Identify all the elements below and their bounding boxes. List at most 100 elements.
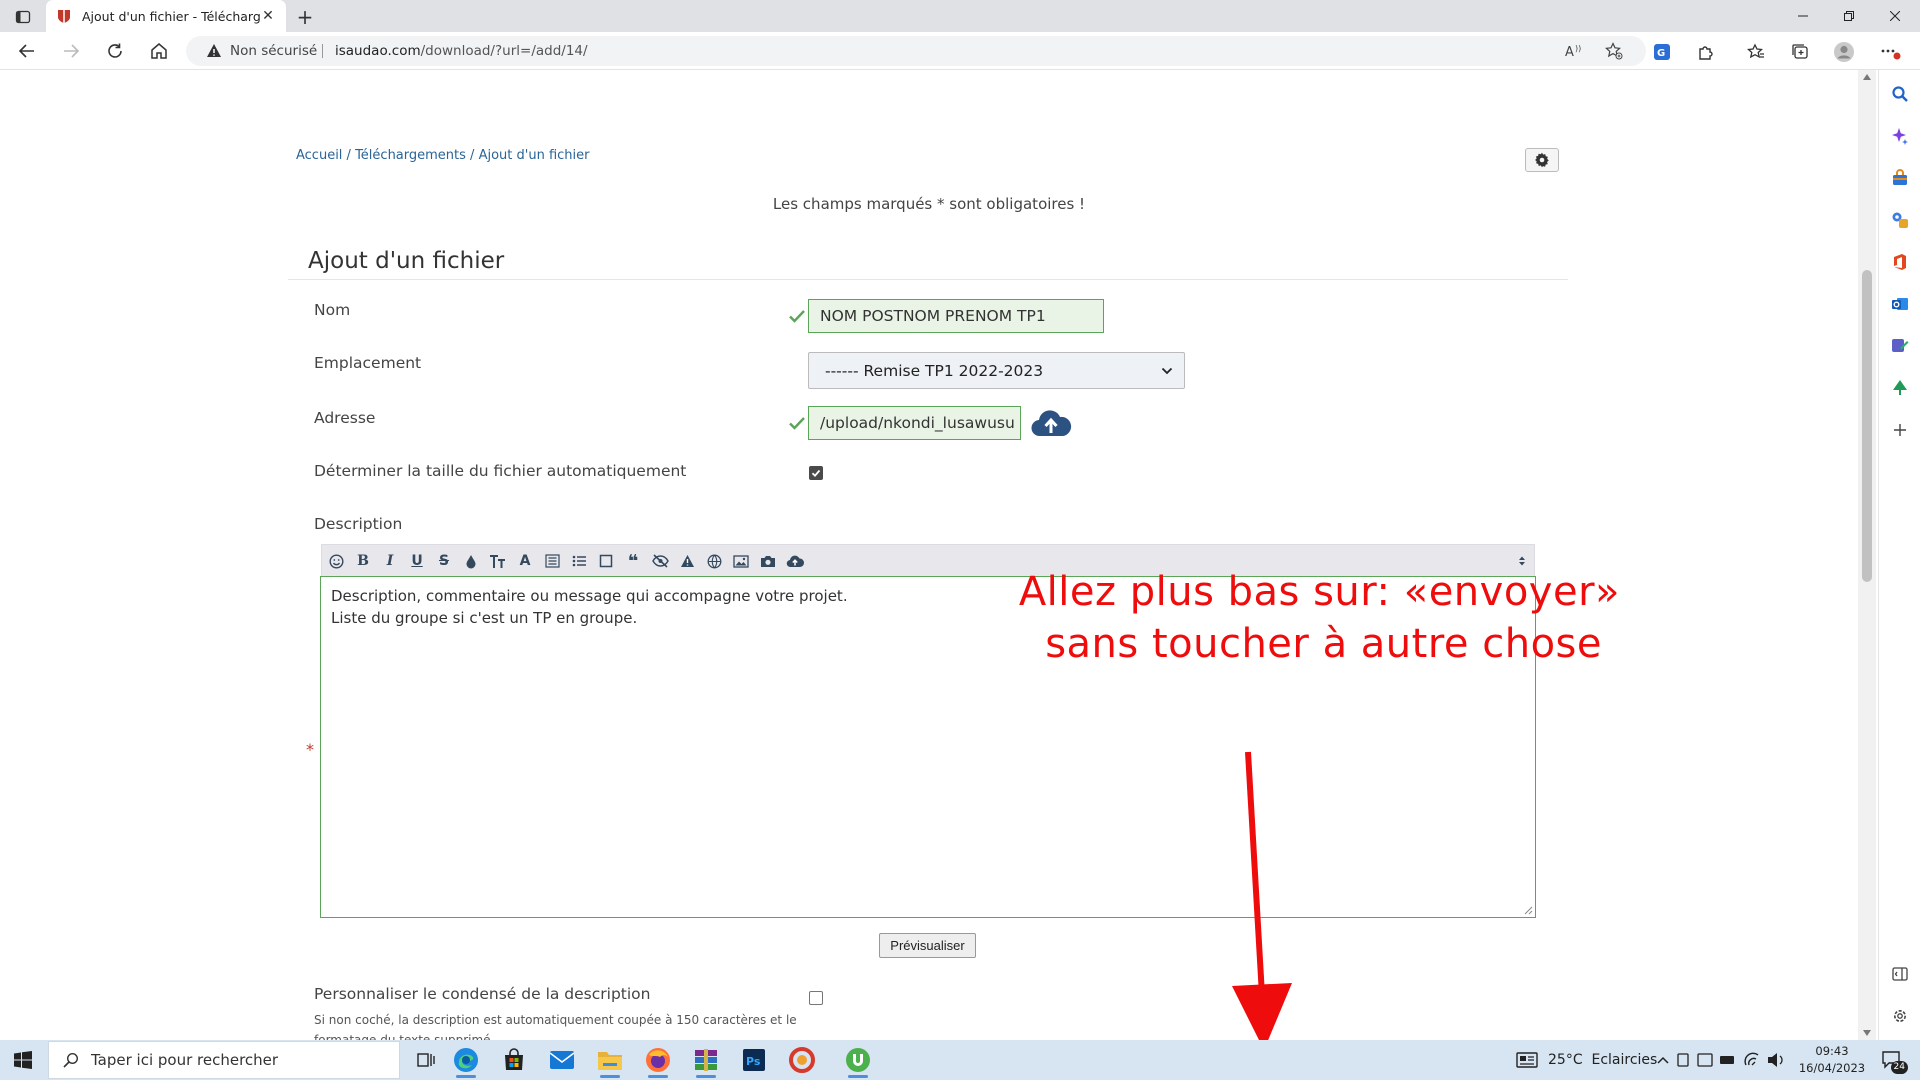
tab-close-icon[interactable]: ✕ <box>260 8 276 24</box>
smiley-icon[interactable] <box>325 550 347 572</box>
windows-start-icon[interactable] <box>0 1040 46 1080</box>
resize-grip-icon[interactable] <box>1523 905 1533 915</box>
cloud-upload-icon[interactable] <box>1030 406 1072 440</box>
warning-icon[interactable] <box>206 43 222 59</box>
tab-actions-icon[interactable] <box>12 6 34 28</box>
list-icon[interactable] <box>568 550 590 572</box>
warning-triangle-icon[interactable] <box>676 550 698 572</box>
condense-help-text: Si non coché, la description est automat… <box>314 1013 797 1040</box>
browser-toolbar: Non sécurisé isaudao.com/download/?url=/… <box>0 32 1920 70</box>
weather-text: 25°C Eclaircies <box>1548 1052 1658 1068</box>
settings-more-icon[interactable] <box>1878 40 1902 64</box>
adresse-input[interactable]: /upload/nkondi_lusawusu <box>808 406 1021 440</box>
cloud-upload-small-icon[interactable] <box>784 550 806 572</box>
tab-title: Ajout d'un fichier - Téléchargements <box>82 8 260 24</box>
strikethrough-icon[interactable]: S <box>433 550 455 572</box>
sparkle-icon[interactable] <box>1890 126 1910 146</box>
hidden-eye-icon[interactable] <box>649 550 671 572</box>
file-explorer-icon[interactable] <box>592 1044 628 1078</box>
back-icon[interactable] <box>14 38 40 64</box>
mail-icon[interactable] <box>544 1044 580 1076</box>
align-justify-icon[interactable] <box>541 550 563 572</box>
restore-icon[interactable] <box>1826 0 1872 32</box>
add-sidebar-icon[interactable] <box>1890 420 1910 440</box>
breadcrumb-separator: / <box>465 148 479 163</box>
nom-label: Nom <box>314 301 351 319</box>
firefox-icon[interactable] <box>640 1044 676 1078</box>
box-icon[interactable] <box>595 550 617 572</box>
nom-input[interactable]: NOM POSTNOM PRENOM TP1 <box>808 299 1104 333</box>
system-tray-icons[interactable] <box>1654 1049 1804 1071</box>
forward-icon[interactable] <box>58 38 84 64</box>
taille-auto-label: Déterminer la taille du fichier automati… <box>314 462 687 480</box>
breadcrumb-separator: / <box>342 148 356 163</box>
breadcrumb-downloads-link[interactable]: Téléchargements <box>355 148 466 163</box>
tree-icon[interactable] <box>1890 378 1910 398</box>
color-drop-icon[interactable] <box>460 550 482 572</box>
scroll-down-icon[interactable] <box>1862 1028 1872 1038</box>
emplacement-selected-value: ------ Remise TP1 2022-2023 <box>825 361 1044 380</box>
browser-tab-active[interactable]: Ajout d'un fichier - Téléchargements ✕ <box>46 0 286 32</box>
bold-icon[interactable]: B <box>352 550 374 572</box>
favorites-icon[interactable] <box>1744 40 1768 64</box>
favorite-add-icon[interactable] <box>1604 41 1624 61</box>
text-size-icon[interactable] <box>487 550 509 572</box>
translate-icon[interactable]: G <box>1650 40 1674 64</box>
edge-browser-icon[interactable] <box>448 1044 484 1078</box>
read-aloud-icon[interactable]: A)) <box>1564 41 1584 61</box>
quote-icon[interactable]: ❝ <box>622 550 644 572</box>
security-app-icon[interactable] <box>784 1044 820 1076</box>
new-tab-icon[interactable]: + <box>294 5 316 29</box>
tools-icon[interactable] <box>1890 210 1910 230</box>
winrar-icon[interactable] <box>688 1044 724 1078</box>
extensions-icon[interactable] <box>1694 40 1718 64</box>
underline-icon[interactable]: U <box>406 550 428 572</box>
scrollbar-thumb[interactable] <box>1862 270 1872 582</box>
notification-center-icon[interactable]: 24 <box>1878 1047 1908 1074</box>
emplacement-select[interactable]: ------ Remise TP1 2022-2023 <box>808 352 1185 389</box>
taskbar-search-box[interactable]: Taper ici pour rechercher <box>48 1041 400 1079</box>
microsoft-store-icon[interactable] <box>496 1044 532 1076</box>
annotation-line-2: sans toucher à autre chose <box>1045 621 1602 667</box>
condense-label: Personnaliser le condensé de la descript… <box>314 985 651 1003</box>
taille-auto-checkbox[interactable] <box>809 466 823 480</box>
annotation-line-1: Allez plus bas sur: «envoyer» <box>1018 569 1620 615</box>
clock-time: 09:43 <box>1815 1044 1849 1058</box>
page-scrollbar[interactable] <box>1858 70 1876 1040</box>
close-window-icon[interactable] <box>1872 0 1918 32</box>
shopping-icon[interactable] <box>1890 168 1910 188</box>
photoshop-icon[interactable]: Ps <box>736 1044 772 1076</box>
home-icon[interactable] <box>146 38 172 64</box>
hide-sidebar-icon[interactable] <box>1890 964 1910 984</box>
games-icon[interactable] <box>1890 336 1910 356</box>
outlook-icon[interactable] <box>1890 294 1910 314</box>
font-icon[interactable]: A <box>514 550 536 572</box>
globe-icon[interactable] <box>703 550 725 572</box>
italic-icon[interactable]: I <box>379 550 401 572</box>
breadcrumb-current[interactable]: Ajout d'un fichier <box>479 148 590 163</box>
taskbar-clock[interactable]: 09:43 16/04/2023 <box>1798 1043 1866 1077</box>
breadcrumb: Accueil / Téléchargements / Ajout d'un f… <box>296 148 589 163</box>
minimize-icon[interactable] <box>1780 0 1826 32</box>
utorrent-icon[interactable] <box>840 1044 876 1078</box>
profile-avatar[interactable] <box>1832 40 1856 64</box>
url-text[interactable]: isaudao.com/download/?url=/add/14/ <box>335 43 588 59</box>
search-icon[interactable] <box>1890 84 1910 104</box>
task-view-icon[interactable] <box>408 1044 444 1076</box>
condense-checkbox[interactable] <box>809 991 823 1005</box>
weather-widget[interactable]: 25°C Eclaircies <box>1516 1051 1657 1069</box>
url-host: isaudao.com <box>335 43 421 59</box>
adresse-label: Adresse <box>314 409 376 427</box>
preview-button[interactable]: Prévisualiser <box>879 933 976 958</box>
address-bar[interactable]: Non sécurisé isaudao.com/download/?url=/… <box>186 36 1646 66</box>
settings-gear-button[interactable] <box>1525 148 1559 172</box>
sidebar-settings-icon[interactable] <box>1890 1006 1910 1026</box>
scroll-up-icon[interactable] <box>1862 72 1872 82</box>
refresh-icon[interactable] <box>102 38 128 64</box>
office-icon[interactable] <box>1890 252 1910 272</box>
breadcrumb-home-link[interactable]: Accueil <box>296 148 342 163</box>
camera-icon[interactable] <box>757 550 779 572</box>
security-label[interactable]: Non sécurisé <box>230 43 317 59</box>
image-icon[interactable] <box>730 550 752 572</box>
collections-icon[interactable] <box>1788 40 1812 64</box>
